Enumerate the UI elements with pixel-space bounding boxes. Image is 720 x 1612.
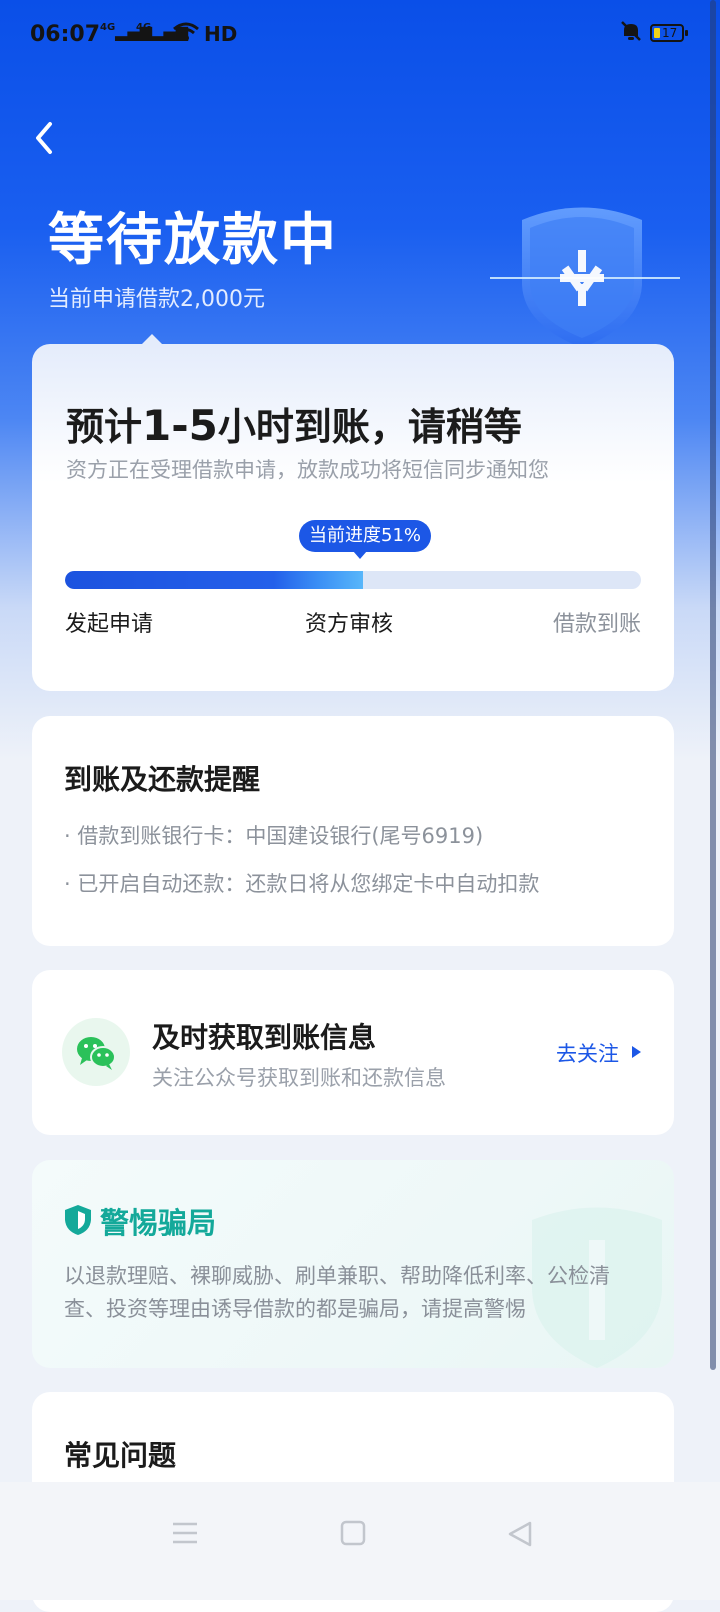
shield-illustration-icon [490, 190, 680, 350]
reminder-card: 到账及还款提醒 · 借款到账银行卡：中国建设银行(尾号6919) · 已开启自动… [32, 716, 674, 946]
eta-heading: 预计1-5小时到账，请稍等 [66, 401, 522, 450]
wifi-icon [172, 22, 200, 46]
step-arrival: 借款到账 [552, 612, 641, 637]
page-subtitle: 当前申请借款2,000元 [48, 287, 265, 312]
step-review: 资方审核 [305, 612, 394, 637]
fraud-title: 警惕骗局 [100, 1206, 217, 1240]
fraud-body: 以退款理赔、裸聊威胁、刷单兼职、帮助降低利率、公检清查、投资等理由诱导借款的都是… [64, 1264, 610, 1321]
status-bar: 06:07 4G▂▄▆ 4G▂▄▆ HD 17 [0, 0, 720, 72]
back-triangle-icon[interactable] [506, 1520, 534, 1552]
follow-link[interactable]: 去关注 [556, 1038, 619, 1068]
battery-level [654, 28, 660, 38]
progress-badge: 当前进度51% [299, 520, 432, 559]
home-icon[interactable] [340, 1520, 366, 1550]
wechat-icon [62, 1018, 130, 1086]
back-button[interactable] [30, 118, 66, 158]
progress-card: 预计1-5小时到账，请稍等 资方正在受理借款申请，放款成功将短信同步通知您 当前… [32, 334, 674, 691]
eta-description: 资方正在受理借款申请，放款成功将短信同步通知您 [66, 458, 549, 482]
progress-steps: 发起申请 资方审核 借款到账 [65, 606, 641, 637]
faq-title: 常见问题 [64, 1439, 177, 1472]
play-arrow-icon [632, 1046, 641, 1058]
reminder-item-autopay: · 已开启自动还款：还款日将从您绑定卡中自动扣款 [64, 872, 540, 896]
mute-bell-icon [620, 20, 642, 48]
wechat-title: 及时获取到账信息 [152, 1021, 377, 1054]
system-nav-bar [0, 1482, 720, 1600]
fraud-warning-card: 警惕骗局 以退款理赔、裸聊威胁、刷单兼职、帮助降低利率、公检清查、投资等理由诱导… [32, 1160, 674, 1368]
status-time: 06:07 [30, 22, 101, 47]
wechat-follow-card[interactable]: 及时获取到账信息 关注公众号获取到账和还款信息 去关注 [32, 970, 674, 1135]
reminder-title: 到账及还款提醒 [64, 763, 261, 796]
page-title: 等待放款中 [48, 208, 338, 273]
card-pointer [142, 334, 162, 344]
battery-percent: 17 [662, 26, 678, 40]
wechat-subtitle: 关注公众号获取到账和还款信息 [152, 1066, 446, 1090]
scrollbar[interactable] [710, 0, 716, 1370]
menu-icon[interactable] [172, 1520, 198, 1550]
battery-icon: 17 [650, 24, 688, 42]
reminder-item-bank: · 借款到账银行卡：中国建设银行(尾号6919) [64, 824, 484, 848]
chevron-left-icon [36, 122, 52, 154]
progress-fill [65, 571, 363, 589]
hd-label: HD [204, 22, 238, 46]
step-apply: 发起申请 [65, 612, 154, 637]
progress-track [65, 571, 641, 589]
shield-check-icon [64, 1204, 92, 1240]
